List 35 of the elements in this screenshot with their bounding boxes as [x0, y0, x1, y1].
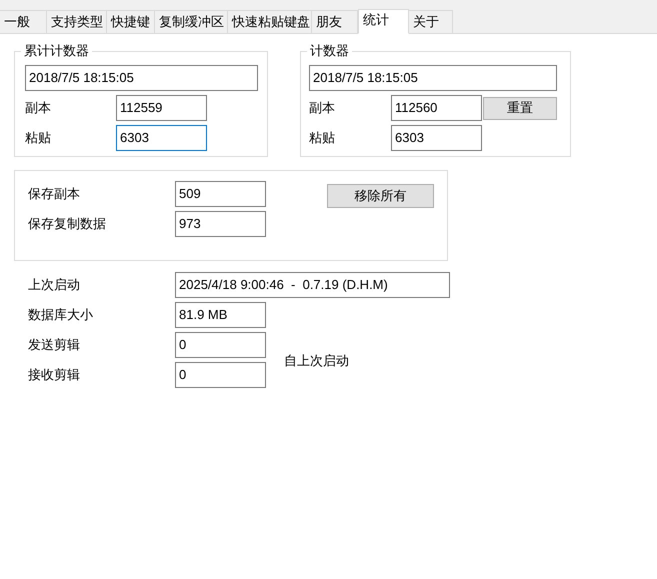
field-label: 保存副本: [28, 185, 81, 204]
tab[interactable]: 支持类型: [47, 10, 107, 33]
group-title: 累计计数器: [21, 43, 92, 59]
note-text: 自上次启动: [284, 352, 349, 370]
field-label: 粘贴: [25, 129, 52, 148]
field-label: 保存复制数据: [28, 215, 107, 234]
tab[interactable]: 快捷键: [107, 10, 155, 33]
input-field[interactable]: 2018/7/5 18:15:05: [309, 65, 557, 91]
input-field[interactable]: 112559: [116, 95, 207, 121]
input-field[interactable]: 6303: [391, 125, 482, 151]
tab[interactable]: 关于: [409, 10, 453, 33]
field-label: 接收剪辑: [28, 366, 81, 384]
field-label: 副本: [25, 99, 52, 118]
group-title: 计数器: [307, 43, 352, 59]
input-field[interactable]: 509: [175, 181, 266, 207]
field-label: 数据库大小: [28, 306, 94, 324]
reset-button[interactable]: 重置: [483, 96, 557, 120]
tab[interactable]: 复制缓冲区: [155, 10, 228, 33]
field-label: 上次启动: [28, 276, 81, 294]
tab[interactable]: 朋友: [312, 10, 358, 33]
field-label: 副本: [309, 99, 336, 118]
tab[interactable]: 一般: [0, 10, 47, 33]
field-label: 发送剪辑: [28, 336, 81, 354]
input-field[interactable]: 112560: [391, 95, 482, 121]
input-field[interactable]: 0: [175, 362, 266, 388]
tab[interactable]: 统计: [358, 9, 409, 34]
input-field[interactable]: 2018/7/5 18:15:05: [25, 65, 258, 91]
input-field[interactable]: 2025/4/18 9:00:46 - 0.7.19 (D.H.M): [175, 272, 450, 298]
remove-all-button[interactable]: 移除所有: [327, 184, 434, 208]
tab[interactable]: 快速粘贴键盘: [228, 10, 312, 33]
input-field[interactable]: 0: [175, 332, 266, 358]
field-label: 粘贴: [309, 129, 336, 148]
input-field[interactable]: 6303: [116, 125, 207, 151]
input-field[interactable]: 973: [175, 211, 266, 237]
input-field[interactable]: 81.9 MB: [175, 302, 266, 328]
